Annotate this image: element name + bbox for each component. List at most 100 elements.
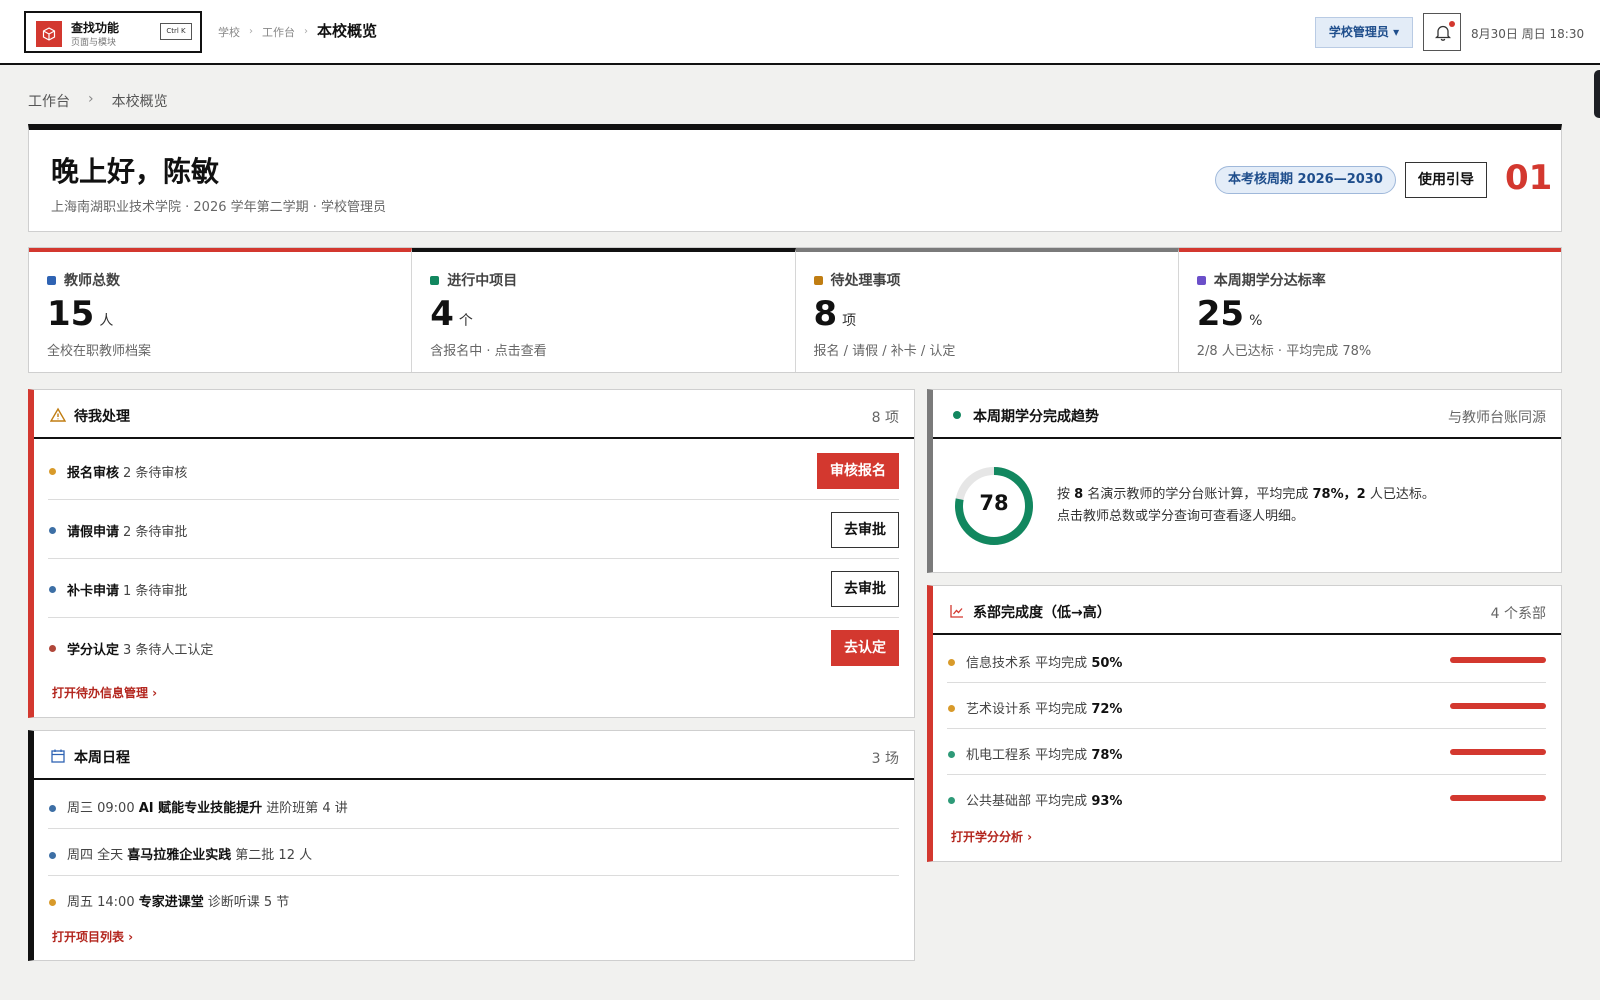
open-project-list-link[interactable]: 打开项目列表 › (52, 928, 133, 945)
department-name: 信息技术系 (966, 656, 1032, 671)
schedule-name: 专家进课堂 (138, 895, 204, 910)
status-dot-icon (948, 797, 955, 804)
todo-row: 报名审核 2 条待审核 审核报名 (48, 441, 899, 500)
schedule-row[interactable]: 周四 全天 喜马拉雅企业实践 第二批 12 人 (48, 829, 899, 876)
chevron-down-icon: ▾ (1393, 25, 1400, 39)
confirm-credit-button[interactable]: 去认定 (831, 630, 899, 666)
current-page-title: 本校概览 (317, 22, 378, 40)
crumb-workbench[interactable]: 工作台 (262, 24, 295, 40)
schedule-detail: 第二批 12 人 (235, 848, 313, 863)
department-row[interactable]: 信息技术系 平均完成 50% (947, 637, 1546, 683)
schedule-time: 周五 14:00 (67, 895, 135, 910)
department-prefix: 平均完成 (1035, 748, 1088, 763)
todo-name: 请假申请 (67, 525, 120, 540)
stat-card-pending[interactable]: 待处理事项 8项 报名 / 请假 / 补卡 / 认定 (795, 248, 1179, 372)
schedule-row[interactable]: 周三 09:00 AI 赋能专业技能提升 进阶班第 4 讲 (48, 782, 899, 829)
approve-leave-button[interactable]: 去审批 (831, 512, 899, 548)
trend-text-part: 人已达标。 (1369, 487, 1435, 502)
department-prefix: 平均完成 (1035, 656, 1088, 671)
open-todo-management-link[interactable]: 打开待办信息管理 › (52, 684, 157, 701)
warning-icon (50, 407, 66, 422)
top-bar: 查找功能 页面与模块 Ctrl K 学校 › 工作台 › 本校概览 学校管理员 … (0, 0, 1600, 65)
todo-name: 补卡申请 (67, 584, 120, 599)
breadcrumb-separator: › (88, 91, 94, 107)
status-dot-icon (948, 705, 955, 712)
status-dot-icon (47, 275, 56, 285)
cube-icon (36, 21, 62, 47)
status-dot-icon (49, 468, 56, 475)
trend-panel-title: 本周期学分完成趋势 (973, 409, 1099, 425)
search-title: 查找功能 (71, 21, 120, 35)
trend-average: 78%， (1312, 487, 1357, 502)
todo-name: 报名审核 (67, 466, 120, 481)
stat-label: 待处理事项 (830, 273, 901, 289)
trend-hint: 点击教师总数或学分查询可查看逐人明细。 (1057, 509, 1305, 524)
department-row[interactable]: 机电工程系 平均完成 78% (947, 729, 1546, 775)
approve-checkin-button[interactable]: 去审批 (831, 571, 899, 607)
status-dot-icon (49, 586, 56, 593)
trend-teacher-count: 8 (1074, 487, 1084, 502)
stat-card-teachers[interactable]: 教师总数 15 人 全校在职教师档案 (29, 248, 413, 372)
crumb-school[interactable]: 学校 (218, 24, 240, 40)
todo-panel: 待我处理 8 项 报名审核 2 条待审核 审核报名 请假申请 2 条待审批 去审批 … (28, 389, 915, 718)
department-value: 72% (1091, 702, 1123, 717)
department-value: 50% (1091, 656, 1123, 671)
stat-unit: 人 (99, 313, 114, 329)
top-breadcrumb: 学校 › 工作台 › 本校概览 (218, 22, 377, 41)
stat-label: 进行中项目 (447, 273, 518, 289)
status-dot-icon (430, 275, 440, 285)
stat-value: 8 (813, 294, 838, 334)
stat-value: 4 (430, 294, 454, 334)
stat-description: 2/8 人已达标 · 平均完成 78% (1196, 344, 1372, 359)
schedule-row[interactable]: 周五 14:00 专家进课堂 诊断听课 5 节 (48, 876, 899, 923)
schedule-panel: 本周日程 3 场 周三 09:00 AI 赋能专业技能提升 进阶班第 4 讲 周四… (28, 730, 915, 961)
stat-card-projects[interactable]: 进行中项目 4个 含报名中 · 点击查看 (412, 248, 796, 372)
schedule-time: 周三 09:00 (67, 801, 135, 816)
stat-value: 15 (47, 294, 95, 334)
status-dot-icon (813, 275, 823, 285)
todo-detail: 3 条待人工认定 (123, 643, 214, 658)
department-prefix: 平均完成 (1035, 794, 1088, 809)
status-dot-icon (49, 527, 56, 534)
crumb-separator: › (249, 26, 253, 37)
department-panel-title: 系部完成度（低→高） (973, 605, 1111, 621)
chart-icon (950, 605, 963, 618)
trend-panel-header: 本周期学分完成趋势 与教师台账同源 (933, 390, 1561, 439)
assessment-cycle-badge: 本考核周期 2026—2030 (1215, 166, 1396, 194)
feature-search-button[interactable]: 查找功能 页面与模块 Ctrl K (24, 11, 202, 53)
stat-label: 教师总数 (64, 273, 120, 289)
credit-trend-panel: 本周期学分完成趋势 与教师台账同源 78 按 8 名演示教师的学分台账计算，平均… (927, 389, 1562, 573)
notifications-button[interactable] (1423, 13, 1461, 51)
usage-guide-button[interactable]: 使用引导 (1405, 162, 1487, 198)
completion-percent: 78 (979, 491, 1009, 515)
department-row[interactable]: 艺术设计系 平均完成 72% (947, 683, 1546, 729)
department-prefix: 平均完成 (1035, 702, 1088, 717)
calendar-icon (51, 749, 65, 763)
stat-label: 本周期学分达标率 (1213, 273, 1326, 289)
todo-name: 学分认定 (67, 643, 120, 658)
side-drawer-handle[interactable] (1594, 70, 1600, 118)
department-completion-panel: 系部完成度（低→高） 4 个系部 信息技术系 平均完成 50% 艺术设计系 平均… (927, 585, 1562, 862)
todo-count: 8 项 (871, 410, 899, 426)
role-switch-dropdown[interactable]: 学校管理员 ▾ (1315, 17, 1413, 48)
department-count: 4 个系部 (1490, 606, 1546, 622)
schedule-panel-header: 本周日程 3 场 (34, 731, 914, 780)
status-dot-icon (49, 899, 56, 906)
status-dot-icon (953, 411, 961, 419)
schedule-time: 周四 全天 (67, 848, 124, 863)
schedule-name: AI 赋能专业技能提升 (138, 801, 263, 816)
todo-panel-header: 待我处理 8 项 (34, 390, 914, 439)
stat-unit: 个 (458, 313, 473, 329)
open-credit-analysis-link[interactable]: 打开学分分析 › (951, 828, 1032, 845)
trend-summary: 按 8 名演示教师的学分台账计算，平均完成 78%，2 人已达标。 点击教师总数… (1057, 484, 1557, 528)
guide-step-number: 01 (1505, 158, 1553, 198)
department-value: 93% (1091, 794, 1123, 809)
todo-detail: 1 条待审批 (123, 584, 188, 599)
stat-card-credit-rate[interactable]: 本周期学分达标率 25% 2/8 人已达标 · 平均完成 78% (1178, 248, 1561, 372)
review-enrollment-button[interactable]: 审核报名 (817, 453, 899, 489)
datetime-display: 8月30日 周日 18:30 (1471, 27, 1585, 41)
department-row[interactable]: 公共基础部 平均完成 93% (947, 775, 1546, 821)
todo-panel-title: 待我处理 (74, 409, 130, 425)
breadcrumb-workbench[interactable]: 工作台 (28, 91, 70, 111)
status-dot-icon (49, 805, 56, 812)
